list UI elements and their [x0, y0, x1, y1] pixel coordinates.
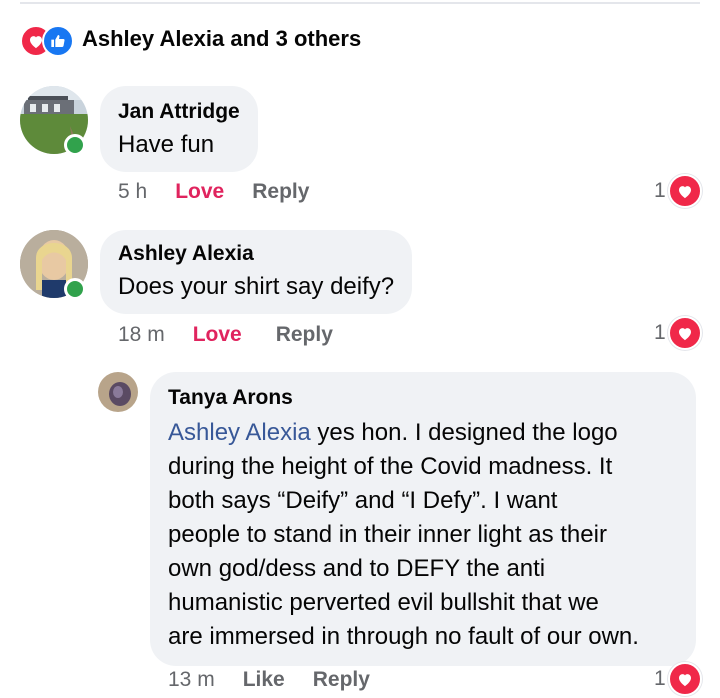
- comment-timestamp[interactable]: 13 m: [168, 668, 215, 692]
- top-divider: [20, 2, 700, 4]
- like-reaction-icon: [42, 25, 74, 57]
- comment-bubble-jan: Jan Attridge Have fun: [100, 86, 258, 172]
- reaction-count-number: 1: [654, 179, 666, 202]
- like-button[interactable]: Like: [243, 668, 285, 692]
- reply-body: yes hon. I designed the logo during the …: [168, 419, 639, 650]
- online-indicator: [64, 134, 86, 156]
- reply-actions-tanya: 13 m Like Reply: [168, 665, 370, 695]
- reply-button[interactable]: Reply: [252, 180, 309, 204]
- comment-author[interactable]: Ashley Alexia: [118, 242, 394, 266]
- reaction-count-number: 1: [654, 321, 666, 344]
- reaction-count-jan[interactable]: 1: [654, 174, 702, 208]
- reactions-summary-text[interactable]: Ashley Alexia and 3 others: [82, 26, 361, 52]
- reaction-count-tanya[interactable]: 1: [654, 662, 702, 696]
- reactions-summary[interactable]: Ashley Alexia and 3 others: [20, 24, 361, 57]
- heart-icon: [667, 174, 702, 208]
- love-button[interactable]: Love: [175, 180, 224, 204]
- heart-icon: [667, 662, 702, 696]
- comment-bubble-ashley: Ashley Alexia Does your shirt say deify?: [100, 230, 413, 314]
- comment-author[interactable]: Tanya Arons: [168, 386, 678, 410]
- comment-text: Does your shirt say deify?: [118, 273, 395, 300]
- reply-button[interactable]: Reply: [313, 668, 370, 692]
- comment-actions-jan: 5 h Love Reply: [118, 177, 309, 207]
- comment-author[interactable]: Jan Attridge: [118, 100, 240, 124]
- reaction-icons: [20, 24, 76, 57]
- comment-actions-ashley: 18 m Love Reply: [118, 320, 333, 350]
- avatar-tanya-arons[interactable]: [98, 372, 138, 412]
- comment-timestamp[interactable]: 18 m: [118, 323, 165, 347]
- reaction-count-ashley[interactable]: 1: [654, 316, 702, 350]
- mention-link[interactable]: Ashley Alexia: [168, 419, 311, 446]
- love-button[interactable]: Love: [193, 323, 242, 347]
- comment-text: Have fun: [118, 131, 215, 158]
- heart-icon: [667, 316, 702, 350]
- comment-text: Ashley Alexia yes hon. I designed the lo…: [168, 416, 678, 654]
- reply-bubble-tanya: Tanya Arons Ashley Alexia yes hon. I des…: [150, 372, 696, 666]
- online-indicator: [64, 278, 86, 300]
- reaction-count-number: 1: [654, 667, 666, 690]
- comment-timestamp[interactable]: 5 h: [118, 180, 147, 204]
- reply-button[interactable]: Reply: [276, 323, 333, 347]
